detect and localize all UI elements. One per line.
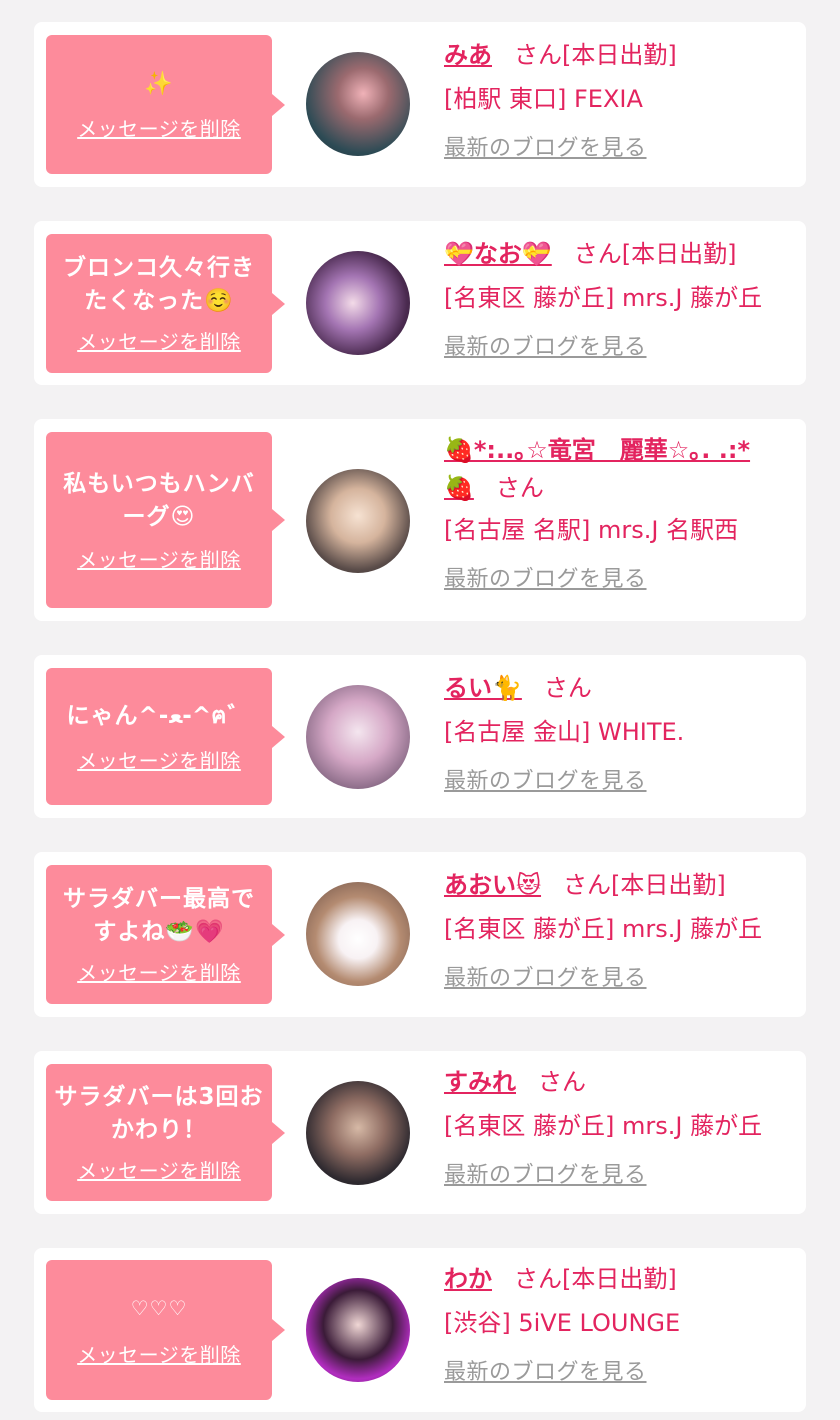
cast-info: 🍓*:..｡☆竜宮 麗華☆｡. .:*🍓 さん [名古屋 名駅] mrs.J 名駅… (444, 431, 792, 593)
message-card: サラダバー最高ですよね🥗💗 メッセージを削除 あおい😻 さん[本日出勤] [名東区… (34, 852, 806, 1017)
cast-name-link[interactable]: わか (444, 1265, 492, 1293)
status-badge: [本日出勤] (621, 240, 737, 268)
message-bubble: サラダバーは3回おかわり！ メッセージを削除 (46, 1064, 272, 1201)
message-text: サラダバー最高ですよね🥗💗 (63, 886, 255, 945)
message-bubble: ✨ メッセージを削除 (46, 35, 272, 174)
cast-name-link[interactable]: すみれ (444, 1068, 516, 1096)
delete-message-link[interactable]: メッセージを削除 (77, 544, 241, 573)
shop-info: [名東区 藤が丘] mrs.J 藤が丘 (444, 915, 763, 943)
delete-message-link[interactable]: メッセージを削除 (77, 957, 241, 986)
name-line: わか さん[本日出勤] (444, 1260, 792, 1298)
message-text: ♡♡♡ (130, 1296, 188, 1320)
blog-link[interactable]: 最新のブログを見る (444, 960, 647, 992)
name-line: あおい😻 さん[本日出勤] (444, 866, 792, 904)
message-text: 私もいつもハンバーグ😍 (63, 470, 255, 530)
message-text: ブロンコ久々行きたくなった☺️ (63, 255, 255, 314)
name-line: 🍓*:..｡☆竜宮 麗華☆｡. .:*🍓 さん (444, 431, 774, 507)
shop-info: [名古屋 名駅] mrs.J 名駅西 (444, 516, 739, 544)
message-text: ✨ (144, 70, 174, 97)
cast-name-link[interactable]: 💝なお💝 (444, 240, 552, 268)
message-card: ✨ メッセージを削除 みあ さん[本日出勤] [柏駅 東口] FEXIA 最新のブ… (34, 22, 806, 187)
honorific: さん (573, 240, 622, 268)
message-card: にゃん^-ﻌ-^ฅ゛ メッセージを削除 るい🐈 さん [名古屋 金山] WHITE… (34, 655, 806, 818)
cast-info: るい🐈 さん [名古屋 金山] WHITE. 最新のブログを見る (444, 669, 792, 795)
delete-message-link[interactable]: メッセージを削除 (77, 745, 241, 774)
avatar[interactable] (306, 882, 410, 986)
delete-message-link[interactable]: メッセージを削除 (77, 326, 241, 355)
blog-link[interactable]: 最新のブログを見る (444, 1157, 647, 1189)
cast-info: わか さん[本日出勤] [渋谷] 5iVE LOUNGE 最新のブログを見る (444, 1260, 792, 1386)
status-badge: [本日出勤] (562, 41, 677, 69)
message-card: ブロンコ久々行きたくなった☺️ メッセージを削除 💝なお💝 さん[本日出勤] [名… (34, 221, 806, 385)
delete-message-link[interactable]: メッセージを削除 (77, 1155, 241, 1184)
message-bubble: ♡♡♡ メッセージを削除 (46, 1260, 272, 1400)
status-badge: [本日出勤] (611, 871, 726, 899)
message-bubble: にゃん^-ﻌ-^ฅ゛ メッセージを削除 (46, 668, 272, 805)
status-badge: [本日出勤] (562, 1265, 677, 1293)
message-text: サラダバーは3回おかわり！ (54, 1084, 264, 1143)
blog-link[interactable]: 最新のブログを見る (444, 561, 647, 593)
message-bubble: ブロンコ久々行きたくなった☺️ メッセージを削除 (46, 234, 272, 373)
cast-name-link[interactable]: あおい😻 (444, 871, 541, 899)
shop-info: [名東区 藤が丘] mrs.J 藤が丘 (444, 1112, 763, 1140)
honorific: さん (538, 1068, 586, 1096)
honorific: さん (495, 474, 544, 502)
cast-name-link[interactable]: 🍓*:..｡☆竜宮 麗華☆｡. .:*🍓 (444, 436, 750, 502)
message-card: ♡♡♡ メッセージを削除 わか さん[本日出勤] [渋谷] 5iVE LOUNGE… (34, 1248, 806, 1412)
avatar[interactable] (306, 1278, 410, 1382)
honorific: さん (543, 674, 592, 702)
message-bubble: サラダバー最高ですよね🥗💗 メッセージを削除 (46, 865, 272, 1004)
blog-link[interactable]: 最新のブログを見る (444, 130, 647, 162)
name-line: みあ さん[本日出勤] (444, 36, 792, 74)
cast-name-link[interactable]: るい🐈 (444, 674, 522, 702)
blog-link[interactable]: 最新のブログを見る (444, 1354, 647, 1386)
message-list: ✨ メッセージを削除 みあ さん[本日出勤] [柏駅 東口] FEXIA 最新のブ… (0, 0, 840, 1420)
avatar[interactable] (306, 251, 410, 355)
message-bubble: 私もいつもハンバーグ😍 メッセージを削除 (46, 432, 272, 608)
shop-info: [柏駅 東口] FEXIA (444, 85, 643, 113)
delete-message-link[interactable]: メッセージを削除 (77, 113, 241, 142)
message-card: 私もいつもハンバーグ😍 メッセージを削除 🍓*:..｡☆竜宮 麗華☆｡. .:*… (34, 419, 806, 621)
name-line: るい🐈 さん (444, 669, 792, 707)
avatar[interactable] (306, 1081, 410, 1185)
honorific: さん (514, 1265, 562, 1293)
cast-info: みあ さん[本日出勤] [柏駅 東口] FEXIA 最新のブログを見る (444, 36, 792, 162)
name-line: 💝なお💝 さん[本日出勤] (444, 235, 792, 273)
shop-info: [名古屋 金山] WHITE. (444, 718, 685, 746)
shop-info: [名東区 藤が丘] mrs.J 藤が丘 (444, 284, 763, 312)
message-card: サラダバーは3回おかわり！ メッセージを削除 すみれ さん [名東区 藤が丘] m… (34, 1051, 806, 1214)
avatar[interactable] (306, 685, 410, 789)
cast-info: すみれ さん [名東区 藤が丘] mrs.J 藤が丘 最新のブログを見る (444, 1063, 792, 1189)
message-text: にゃん^-ﻌ-^ฅ゛ (66, 702, 252, 729)
name-line: すみれ さん (444, 1063, 792, 1101)
blog-link[interactable]: 最新のブログを見る (444, 329, 647, 361)
honorific: さん (563, 871, 612, 899)
shop-info: [渋谷] 5iVE LOUNGE (444, 1309, 681, 1337)
cast-info: 💝なお💝 さん[本日出勤] [名東区 藤が丘] mrs.J 藤が丘 最新のブログを… (444, 235, 792, 361)
blog-link[interactable]: 最新のブログを見る (444, 763, 647, 795)
cast-name-link[interactable]: みあ (444, 41, 492, 69)
delete-message-link[interactable]: メッセージを削除 (77, 1339, 241, 1368)
avatar[interactable] (306, 469, 410, 573)
cast-info: あおい😻 さん[本日出勤] [名東区 藤が丘] mrs.J 藤が丘 最新のブログを… (444, 866, 792, 992)
honorific: さん (514, 41, 562, 69)
avatar[interactable] (306, 52, 410, 156)
